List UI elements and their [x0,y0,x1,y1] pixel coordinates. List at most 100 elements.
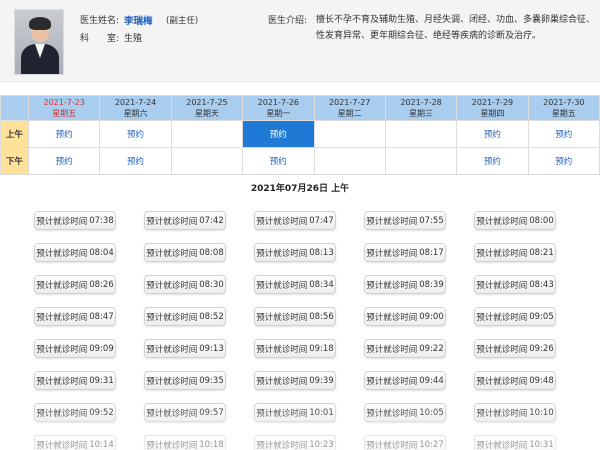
time-slot-value: 10:14 [89,439,114,450]
time-slot-button[interactable]: 预计就诊时间 09:31 [34,371,116,390]
time-slot-button[interactable]: 预计就诊时间 08:17 [364,243,446,262]
schedule-table: 2021-7-23 星期五 2021-7-24 星期六 2021-7-25 星期天 2021… [0,95,600,175]
time-slot-label: 预计就诊时间 [36,216,88,227]
time-slot-value: 09:26 [529,343,554,354]
time-slot-button[interactable]: 预计就诊时间 09:22 [364,339,446,358]
time-slot-value: 08:00 [529,215,554,226]
time-slot-button[interactable]: 预计就诊时间 07:38 [34,211,116,230]
empty-slot [384,147,458,175]
time-slot-button[interactable]: 预计就诊时间 10:01 [254,403,336,422]
time-slot-button[interactable]: 预计就诊时间 10:05 [364,403,446,422]
time-slot-button[interactable]: 预计就诊时间 08:04 [34,243,116,262]
schedule-date: 2021-7-29 [471,98,514,107]
schedule-day-header: 2021-7-29 星期四 [456,95,529,121]
time-slot-button[interactable]: 预计就诊时间 08:47 [34,307,116,326]
time-slot-value: 09:44 [419,375,444,386]
time-slot-button[interactable]: 预计就诊时间 07:55 [364,211,446,230]
book-slot-button[interactable]: 预约 [27,147,101,175]
schedule-weekday: 星期一 [266,109,291,118]
time-slot-value: 07:47 [309,215,334,226]
book-slot-button[interactable]: 预约 [99,120,172,148]
time-slot-value: 10:31 [529,439,554,450]
time-slot-label: 预计就诊时间 [146,344,198,355]
time-slot-button[interactable]: 预计就诊时间 09:44 [364,371,446,390]
time-slot-button[interactable]: 预计就诊时间 08:52 [144,307,226,326]
time-slot-button[interactable]: 预计就诊时间 09:00 [364,307,446,326]
book-slot-button[interactable]: 预约 [456,120,529,148]
selected-date-heading: 2021年07月26日 上午 [250,184,350,194]
schedule-day-header: 2021-7-23 星期五 [27,95,101,121]
time-slot-button[interactable]: 预计就诊时间 09:13 [144,339,226,358]
time-slot-button[interactable]: 预计就诊时间 08:34 [254,275,336,294]
time-slot-label: 预计就诊时间 [476,216,528,227]
time-slot-label: 预计就诊时间 [36,344,88,355]
time-slot-button[interactable]: 预计就诊时间 08:13 [254,243,336,262]
time-slot-value: 08:47 [89,311,114,322]
time-slot-label: 预计就诊时间 [36,280,88,291]
time-slot-button[interactable]: 预计就诊时间 09:09 [34,339,116,358]
time-slot-label: 预计就诊时间 [36,312,88,323]
time-slot-label: 预计就诊时间 [256,216,308,227]
book-slot-button[interactable]: 预约 [27,120,101,148]
time-slot-button[interactable]: 预计就诊时间 10:23 [254,435,336,450]
time-slot-button[interactable]: 预计就诊时间 09:39 [254,371,336,390]
time-slot-label: 预计就诊时间 [476,312,528,323]
time-slot-button[interactable]: 预计就诊时间 10:31 [474,435,556,450]
time-slot-button[interactable]: 预计就诊时间 09:05 [474,307,556,326]
time-slot-button[interactable]: 预计就诊时间 10:14 [34,435,116,450]
time-slot-button[interactable]: 预计就诊时间 09:26 [474,339,556,358]
time-slot-label: 预计就诊时间 [476,344,528,355]
time-slot-label: 预计就诊时间 [476,376,528,387]
time-slot-label: 预计就诊时间 [146,312,198,323]
book-slot-button[interactable]: 预约 [527,147,600,175]
book-slot-button[interactable]: 预约 [527,120,600,148]
time-slot-button[interactable]: 预计就诊时间 08:08 [144,243,226,262]
time-slot-button[interactable]: 预计就诊时间 09:48 [474,371,556,390]
time-slot-value: 09:13 [199,343,224,354]
time-slot-button[interactable]: 预计就诊时间 10:27 [364,435,446,450]
time-slot-button[interactable]: 预计就诊时间 08:21 [474,243,556,262]
time-slot-value: 09:31 [89,375,114,386]
time-slot-label: 预计就诊时间 [366,312,418,323]
time-slot-button[interactable]: 预计就诊时间 09:57 [144,403,226,422]
empty-slot [313,147,386,175]
time-slot-value: 09:48 [529,375,554,386]
schedule-date: 2021-7-27 [328,98,371,107]
time-slot-label: 预计就诊时间 [366,344,418,355]
time-slot-label: 预计就诊时间 [146,216,198,227]
time-slot-value: 08:17 [419,247,444,258]
time-slot-button[interactable]: 预计就诊时间 08:56 [254,307,336,326]
time-slot-button[interactable]: 预计就诊时间 10:10 [474,403,556,422]
time-slot-button[interactable]: 预计就诊时间 07:42 [144,211,226,230]
time-slot-label: 预计就诊时间 [146,408,198,419]
time-slot-button[interactable]: 预计就诊时间 08:43 [474,275,556,294]
time-slot-value: 09:18 [309,343,334,354]
time-slot-value: 07:55 [419,215,444,226]
time-slot-value: 08:39 [419,279,444,290]
schedule-date: 2021-7-23 [43,98,85,107]
book-slot-button[interactable]: 预约 [99,147,172,175]
schedule-day-header: 2021-7-26 星期一 [242,95,315,121]
time-slot-button[interactable]: 预计就诊时间 07:47 [254,211,336,230]
time-slot-button[interactable]: 预计就诊时间 09:18 [254,339,336,358]
time-slot-button[interactable]: 预计就诊时间 09:52 [34,403,116,422]
time-slot-value: 08:21 [529,247,554,258]
book-slot-button[interactable]: 预约 [242,120,315,148]
time-slot-button[interactable]: 预计就诊时间 09:35 [144,371,226,390]
time-slot-value: 10:05 [419,407,444,418]
time-slot-value: 09:57 [199,407,224,418]
time-slot-button[interactable]: 预计就诊时间 08:30 [144,275,226,294]
time-slot-button[interactable]: 预计就诊时间 08:26 [34,275,116,294]
empty-slot [170,147,244,175]
schedule-day-header: 2021-7-30 星期五 [527,95,600,121]
time-slot-button[interactable]: 预计就诊时间 08:39 [364,275,446,294]
book-slot-button[interactable]: 预约 [456,147,529,175]
time-slot-value: 07:38 [89,215,114,226]
time-slot-button[interactable]: 预计就诊时间 10:18 [144,435,226,450]
time-slot-value: 08:13 [309,247,334,258]
period-label: 上午 [0,120,29,148]
time-slot-label: 预计就诊时间 [366,376,418,387]
schedule-date: 2021-7-30 [543,98,585,107]
time-slot-button[interactable]: 预计就诊时间 08:00 [474,211,556,230]
book-slot-button[interactable]: 预约 [242,147,315,175]
